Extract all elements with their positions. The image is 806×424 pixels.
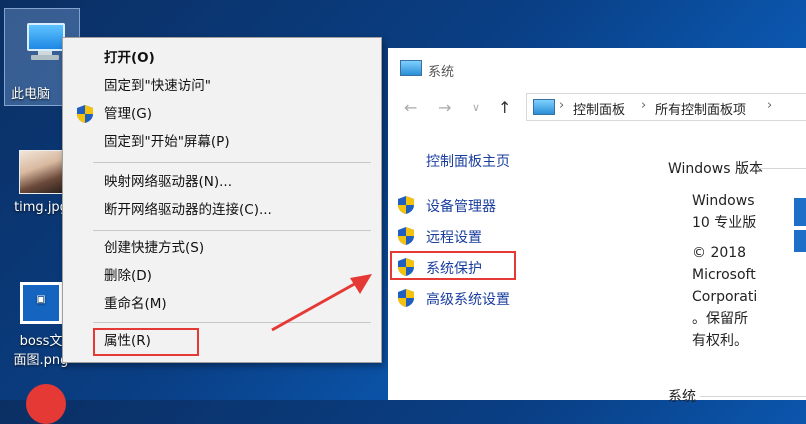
annotation-arrow [271, 274, 372, 332]
